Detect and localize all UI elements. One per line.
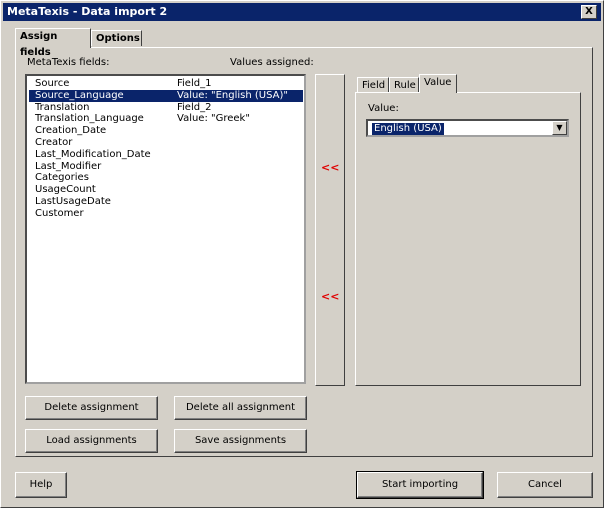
list-item[interactable]: Creator	[29, 137, 303, 149]
list-item[interactable]: Source Field_1	[29, 78, 303, 90]
field-name: Source_Language	[35, 89, 124, 101]
subtab-rule[interactable]: Rule	[389, 77, 419, 92]
delete-assignment-button[interactable]: Delete assignment	[25, 396, 158, 420]
field-name: Creator	[35, 137, 73, 148]
field-name: Source	[35, 78, 70, 89]
field-name: Translation_Language	[35, 113, 144, 125]
field-value: Field_1	[177, 78, 212, 89]
field-value: Value: "English (USA)"	[177, 89, 288, 101]
close-button[interactable]: X	[581, 5, 597, 19]
cancel-button[interactable]: Cancel	[497, 472, 593, 498]
field-name: Customer	[35, 207, 84, 219]
title-bar: MetaTexis - Data import 2 X	[3, 3, 601, 21]
list-item[interactable]: Last_Modifier	[29, 161, 303, 173]
assign-arrow-button-top[interactable]: <<	[321, 161, 339, 174]
list-item[interactable]: Translation Field_2	[29, 102, 303, 114]
start-importing-button[interactable]: Start importing	[356, 471, 484, 499]
window-title: MetaTexis - Data import 2	[7, 5, 168, 18]
value-select[interactable]: English (USA) ▼	[366, 119, 569, 137]
field-value: Value: "Greek"	[177, 113, 250, 125]
list-item[interactable]: Source_Language Value: "English (USA)"	[29, 89, 303, 102]
field-name: Last_Modifier	[35, 160, 102, 172]
tab-options[interactable]: Options	[91, 30, 142, 46]
values-assigned-label: Values assigned:	[230, 57, 314, 68]
assign-arrow-button-bottom[interactable]: <<	[321, 290, 339, 303]
tab-assign-fields[interactable]: Assign fields	[15, 28, 91, 58]
close-icon: X	[585, 6, 593, 17]
fields-listbox[interactable]: Source Field_1 Source_Language Value: "Engl…	[25, 74, 306, 384]
field-name: Categories	[35, 172, 89, 184]
list-item[interactable]: UsageCount	[29, 184, 303, 196]
list-item[interactable]: Creation_Date	[29, 125, 303, 137]
dialog-window: MetaTexis - Data import 2 X Assign field…	[0, 0, 604, 508]
tab-options-label: Options	[96, 33, 140, 44]
load-assignments-button[interactable]: Load assignments	[25, 429, 158, 453]
field-value: Field_2	[177, 101, 212, 113]
subtab-value-label: Value	[424, 77, 452, 88]
subtab-field[interactable]: Field	[357, 77, 389, 92]
list-item[interactable]: LastUsageDate	[29, 196, 303, 208]
list-item[interactable]: Categories	[29, 172, 303, 184]
save-assignments-button[interactable]: Save assignments	[174, 429, 307, 453]
delete-all-assignment-button[interactable]: Delete all assignment	[174, 396, 307, 420]
subtab-rule-label: Rule	[394, 80, 416, 91]
chevron-down-icon[interactable]: ▼	[552, 121, 567, 135]
value-label: Value:	[368, 103, 399, 114]
field-name: LastUsageDate	[35, 196, 111, 207]
field-name: Translation	[35, 101, 90, 113]
list-item[interactable]: Customer	[29, 208, 303, 220]
subtab-value[interactable]: Value	[419, 74, 457, 93]
list-item[interactable]: Last_Modification_Date	[29, 149, 303, 161]
list-item[interactable]: Translation_Language Value: "Greek"	[29, 113, 303, 125]
field-name: Creation_Date	[35, 125, 107, 137]
value-select-current: English (USA)	[372, 123, 444, 135]
subtab-field-label: Field	[362, 80, 386, 91]
help-button[interactable]: Help	[15, 472, 67, 498]
field-name: UsageCount	[35, 184, 96, 196]
arrow-column	[315, 74, 345, 386]
field-name: Last_Modification_Date	[35, 148, 151, 160]
